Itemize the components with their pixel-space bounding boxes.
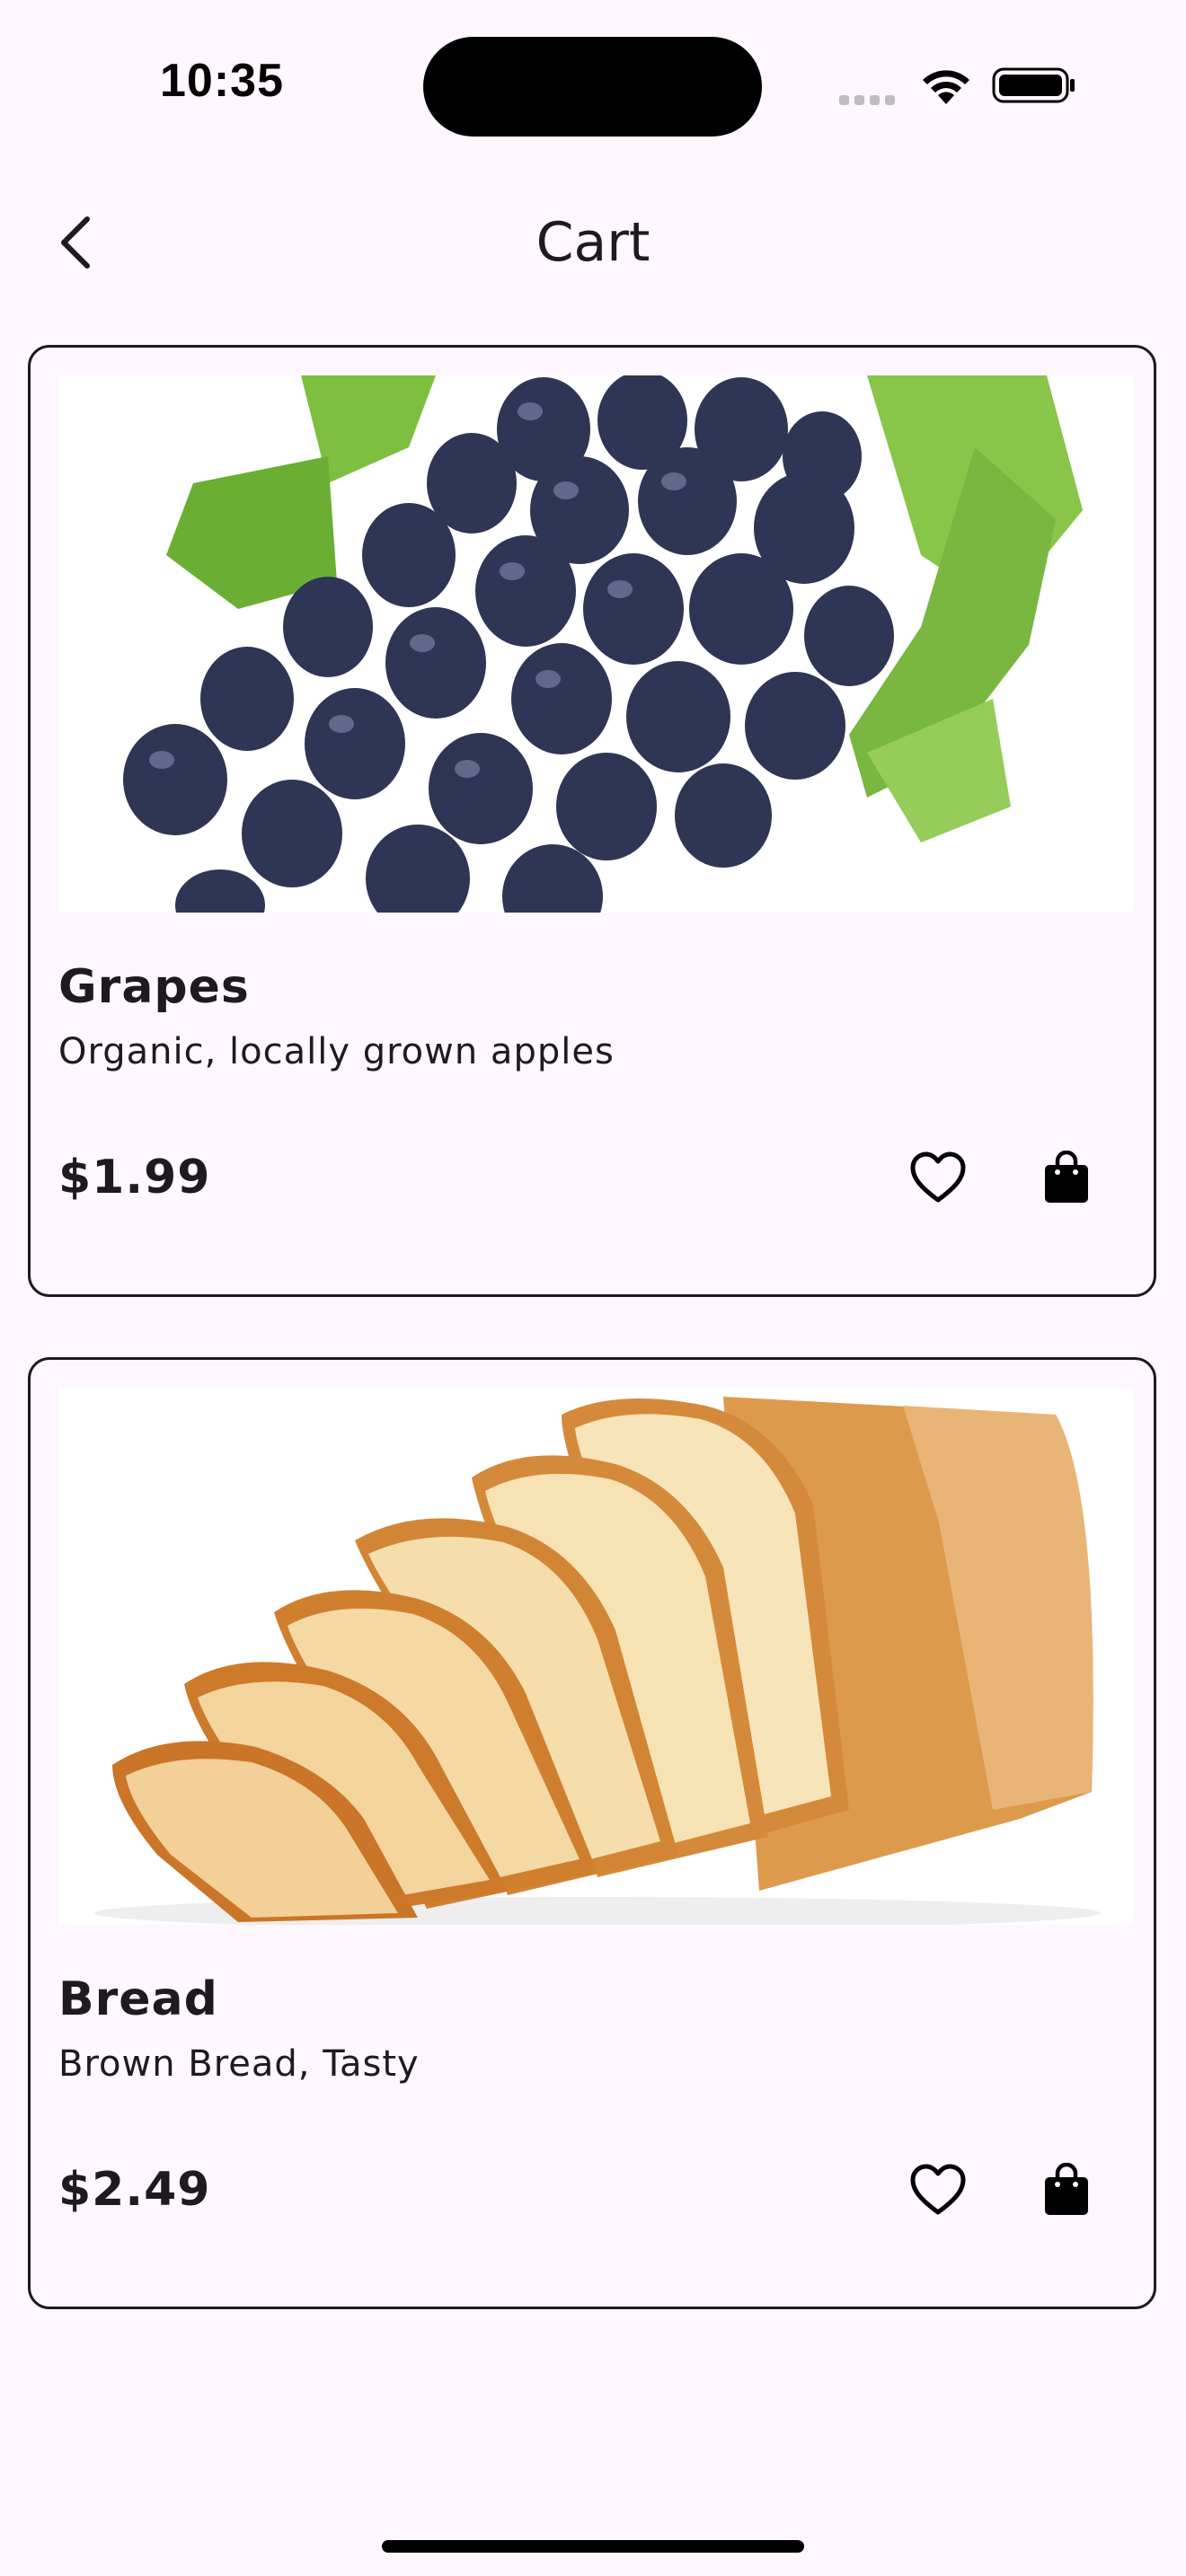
app-header: Cart	[0, 180, 1186, 305]
item-name: Bread	[58, 1972, 218, 2026]
item-description: Organic, locally grown apples	[58, 1031, 615, 1072]
cart-item-card[interactable]: Grapes Organic, locally grown apples $1.…	[28, 345, 1156, 1297]
cart-item-card[interactable]: Bread Brown Bread, Tasty $2.49	[28, 1357, 1156, 2309]
favorite-button[interactable]	[906, 2157, 970, 2222]
shopping-bag-icon	[1045, 1151, 1088, 1203]
battery-icon	[992, 67, 1075, 103]
heart-outline-icon	[910, 2164, 966, 2215]
cellular-signal-icon	[839, 92, 902, 105]
dynamic-island	[423, 37, 762, 137]
status-bar: 10:35	[0, 0, 1186, 162]
add-to-bag-button[interactable]	[1034, 2157, 1099, 2222]
wifi-icon	[923, 70, 969, 104]
home-indicator[interactable]	[382, 2540, 804, 2553]
status-time: 10:35	[160, 55, 284, 107]
item-name: Grapes	[58, 960, 250, 1014]
favorite-button[interactable]	[906, 1145, 970, 1210]
shopping-bag-icon	[1045, 2163, 1088, 2215]
grapes-image	[58, 375, 1133, 913]
item-price: $1.99	[58, 1151, 211, 1204]
heart-outline-icon	[910, 1151, 966, 1203]
item-description: Brown Bread, Tasty	[58, 2043, 420, 2085]
page-title: Cart	[535, 211, 651, 274]
item-price: $2.49	[58, 2163, 211, 2217]
bread-image	[58, 1388, 1133, 1925]
add-to-bag-button[interactable]	[1034, 1145, 1099, 1210]
